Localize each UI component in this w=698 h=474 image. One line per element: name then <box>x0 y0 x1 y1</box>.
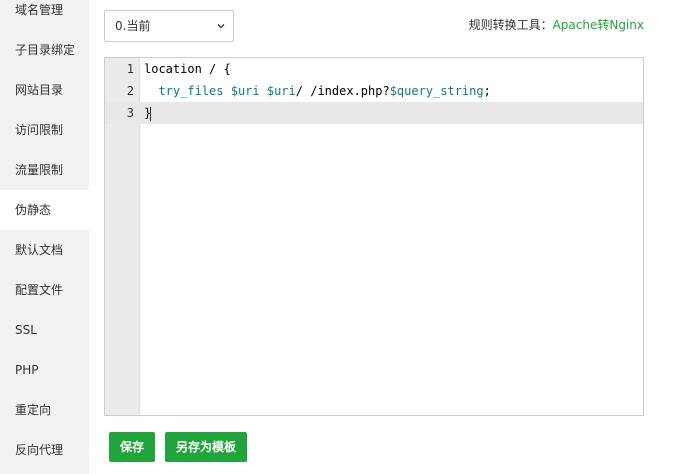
code-text: } <box>144 102 152 124</box>
line-number: 2 <box>126 84 134 98</box>
template-select[interactable]: 0.当前 <box>104 10 234 42</box>
sidebar-item-site-dir[interactable]: 网站目录 <box>0 70 89 110</box>
sidebar: 域名管理 子目录绑定 网站目录 访问限制 流量限制 伪静态 默认文档 配置文件 … <box>0 0 89 474</box>
sidebar-item-config-file[interactable]: 配置文件 <box>0 270 89 310</box>
sidebar-item-domain[interactable]: 域名管理 <box>0 0 89 30</box>
save-as-template-button[interactable]: 另存为模板 <box>165 432 248 462</box>
line-number: 1 <box>126 62 134 76</box>
code-directive: try_files <box>158 84 224 98</box>
code-path: / /index.php? <box>295 84 390 98</box>
chevron-down-icon <box>217 24 225 29</box>
code-line: 3 } <box>105 102 643 124</box>
rule-convert-label: 规则转换工具： <box>468 18 553 32</box>
code-keyword: location <box>144 62 202 76</box>
line-number: 3 <box>126 106 134 120</box>
code-editor[interactable]: 1 location / { 2 try_files $uri $uri/ /i… <box>104 57 644 416</box>
sidebar-item-traffic-limit[interactable]: 流量限制 <box>0 150 89 190</box>
save-button[interactable]: 保存 <box>109 432 156 462</box>
code-line: 1 location / { <box>105 58 643 80</box>
sidebar-item-rewrite[interactable]: 伪静态 <box>0 190 89 230</box>
code-semicolon: ; <box>483 84 491 98</box>
sidebar-item-default-doc[interactable]: 默认文档 <box>0 230 89 270</box>
sidebar-item-ssl[interactable]: SSL <box>0 310 89 350</box>
rule-convert-tool: 规则转换工具：Apache转Nginx <box>469 16 644 33</box>
sidebar-item-php[interactable]: PHP <box>0 350 89 390</box>
sidebar-item-reverse-proxy[interactable]: 反向代理 <box>0 430 89 470</box>
sidebar-item-redirect[interactable]: 重定向 <box>0 390 89 430</box>
code-text: location / { <box>144 58 231 80</box>
text-cursor <box>150 106 152 121</box>
code-variable: $query_string <box>389 84 484 98</box>
code-variable: $uri <box>230 84 260 98</box>
code-line: 2 try_files $uri $uri/ /index.php?$query… <box>105 80 643 102</box>
code-rest: / { <box>201 62 231 76</box>
code-text: try_files $uri $uri/ /index.php?$query_s… <box>144 80 491 102</box>
sidebar-item-access-limit[interactable]: 访问限制 <box>0 110 89 150</box>
code-variable: $uri <box>266 84 296 98</box>
sidebar-item-subdir[interactable]: 子目录绑定 <box>0 30 89 70</box>
apache-to-nginx-link[interactable]: Apache转Nginx <box>553 18 644 32</box>
template-select-value: 0.当前 <box>115 19 151 33</box>
